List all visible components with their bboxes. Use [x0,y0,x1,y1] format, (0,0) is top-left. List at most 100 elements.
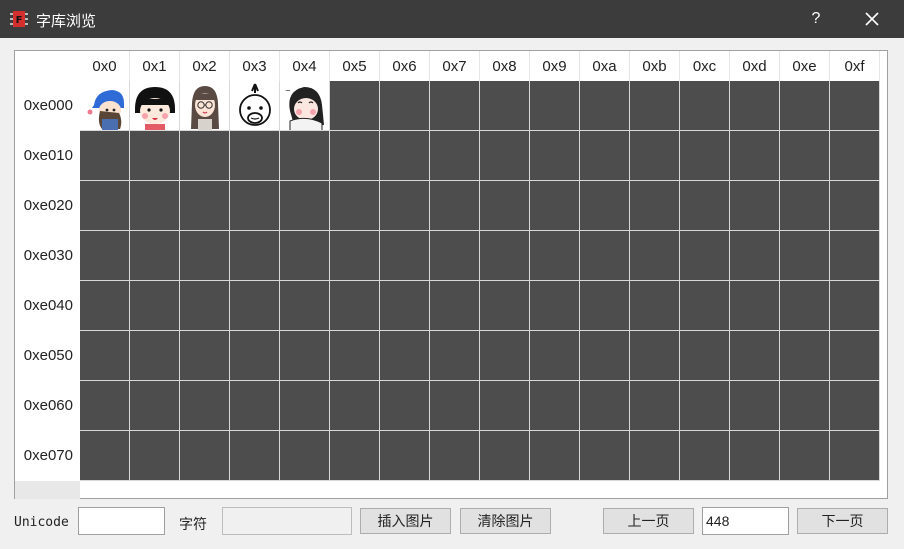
empty-glyph-cell[interactable] [480,131,530,181]
empty-glyph-cell[interactable] [680,381,730,431]
empty-glyph-cell[interactable] [230,181,280,231]
empty-glyph-cell[interactable] [80,381,130,431]
empty-glyph-cell[interactable] [530,431,580,481]
empty-glyph-cell[interactable] [180,281,230,331]
empty-glyph-cell[interactable] [130,231,180,281]
empty-glyph-cell[interactable] [530,81,580,131]
empty-glyph-cell[interactable] [130,281,180,331]
empty-glyph-cell[interactable] [230,131,280,181]
empty-glyph-cell[interactable] [330,381,380,431]
empty-glyph-cell[interactable] [330,81,380,131]
empty-glyph-cell[interactable] [180,431,230,481]
empty-glyph-cell[interactable] [730,431,780,481]
empty-glyph-cell[interactable] [730,281,780,331]
empty-glyph-cell[interactable] [780,231,830,281]
empty-glyph-cell[interactable] [580,381,630,431]
empty-glyph-cell[interactable] [730,131,780,181]
empty-glyph-cell[interactable] [780,131,830,181]
glyph-cell[interactable] [130,81,180,131]
empty-glyph-cell[interactable] [330,231,380,281]
empty-glyph-cell[interactable] [430,281,480,331]
empty-glyph-cell[interactable] [530,381,580,431]
glyph-cell[interactable]: ~ [280,81,330,131]
empty-glyph-cell[interactable] [380,181,430,231]
empty-glyph-cell[interactable] [530,281,580,331]
empty-glyph-cell[interactable] [630,231,680,281]
empty-glyph-cell[interactable] [480,431,530,481]
empty-glyph-cell[interactable] [530,231,580,281]
empty-glyph-cell[interactable] [480,181,530,231]
empty-glyph-cell[interactable] [630,81,680,131]
empty-glyph-cell[interactable] [730,231,780,281]
empty-glyph-cell[interactable] [80,181,130,231]
empty-glyph-cell[interactable] [330,331,380,381]
empty-glyph-cell[interactable] [780,281,830,331]
empty-glyph-cell[interactable] [780,381,830,431]
empty-glyph-cell[interactable] [730,331,780,381]
empty-glyph-cell[interactable] [580,331,630,381]
empty-glyph-cell[interactable] [180,131,230,181]
empty-glyph-cell[interactable] [780,81,830,131]
empty-glyph-cell[interactable] [130,381,180,431]
empty-glyph-cell[interactable] [280,431,330,481]
empty-glyph-cell[interactable] [80,281,130,331]
empty-glyph-cell[interactable] [130,431,180,481]
empty-glyph-cell[interactable] [830,181,880,231]
empty-glyph-cell[interactable] [380,331,430,381]
empty-glyph-cell[interactable] [780,181,830,231]
empty-glyph-cell[interactable] [730,181,780,231]
empty-glyph-cell[interactable] [230,231,280,281]
empty-glyph-cell[interactable] [380,281,430,331]
empty-glyph-cell[interactable] [430,431,480,481]
empty-glyph-cell[interactable] [280,231,330,281]
empty-glyph-cell[interactable] [580,131,630,181]
empty-glyph-cell[interactable] [580,181,630,231]
empty-glyph-cell[interactable] [480,381,530,431]
empty-glyph-cell[interactable] [280,281,330,331]
empty-glyph-cell[interactable] [380,231,430,281]
insert-image-button[interactable]: 插入图片 [360,508,451,534]
empty-glyph-cell[interactable] [480,81,530,131]
empty-glyph-cell[interactable] [580,431,630,481]
empty-glyph-cell[interactable] [830,381,880,431]
empty-glyph-cell[interactable] [630,181,680,231]
empty-glyph-cell[interactable] [130,181,180,231]
empty-glyph-cell[interactable] [80,231,130,281]
empty-glyph-cell[interactable] [730,81,780,131]
empty-glyph-cell[interactable] [480,331,530,381]
empty-glyph-cell[interactable] [780,431,830,481]
empty-glyph-cell[interactable] [830,131,880,181]
empty-glyph-cell[interactable] [680,281,730,331]
empty-glyph-cell[interactable] [280,381,330,431]
empty-glyph-cell[interactable] [780,331,830,381]
empty-glyph-cell[interactable] [630,331,680,381]
empty-glyph-cell[interactable] [380,81,430,131]
close-icon[interactable] [858,6,886,32]
empty-glyph-cell[interactable] [480,231,530,281]
empty-glyph-cell[interactable] [530,131,580,181]
empty-glyph-cell[interactable] [180,331,230,381]
empty-glyph-cell[interactable] [530,181,580,231]
prev-page-button[interactable]: 上一页 [603,508,694,534]
glyph-cell[interactable] [80,81,130,131]
empty-glyph-cell[interactable] [280,181,330,231]
empty-glyph-cell[interactable] [180,181,230,231]
empty-glyph-cell[interactable] [730,381,780,431]
empty-glyph-cell[interactable] [180,231,230,281]
empty-glyph-cell[interactable] [480,281,530,331]
next-page-button[interactable]: 下一页 [797,508,888,534]
empty-glyph-cell[interactable] [680,181,730,231]
empty-glyph-cell[interactable] [630,381,680,431]
empty-glyph-cell[interactable] [180,381,230,431]
empty-glyph-cell[interactable] [830,231,880,281]
clear-image-button[interactable]: 清除图片 [460,508,551,534]
empty-glyph-cell[interactable] [380,431,430,481]
page-number-input[interactable] [702,507,789,535]
empty-glyph-cell[interactable] [230,431,280,481]
empty-glyph-cell[interactable] [830,81,880,131]
empty-glyph-cell[interactable] [430,231,480,281]
empty-glyph-cell[interactable] [580,231,630,281]
empty-glyph-cell[interactable] [230,381,280,431]
unicode-input[interactable] [78,507,165,535]
empty-glyph-cell[interactable] [630,131,680,181]
